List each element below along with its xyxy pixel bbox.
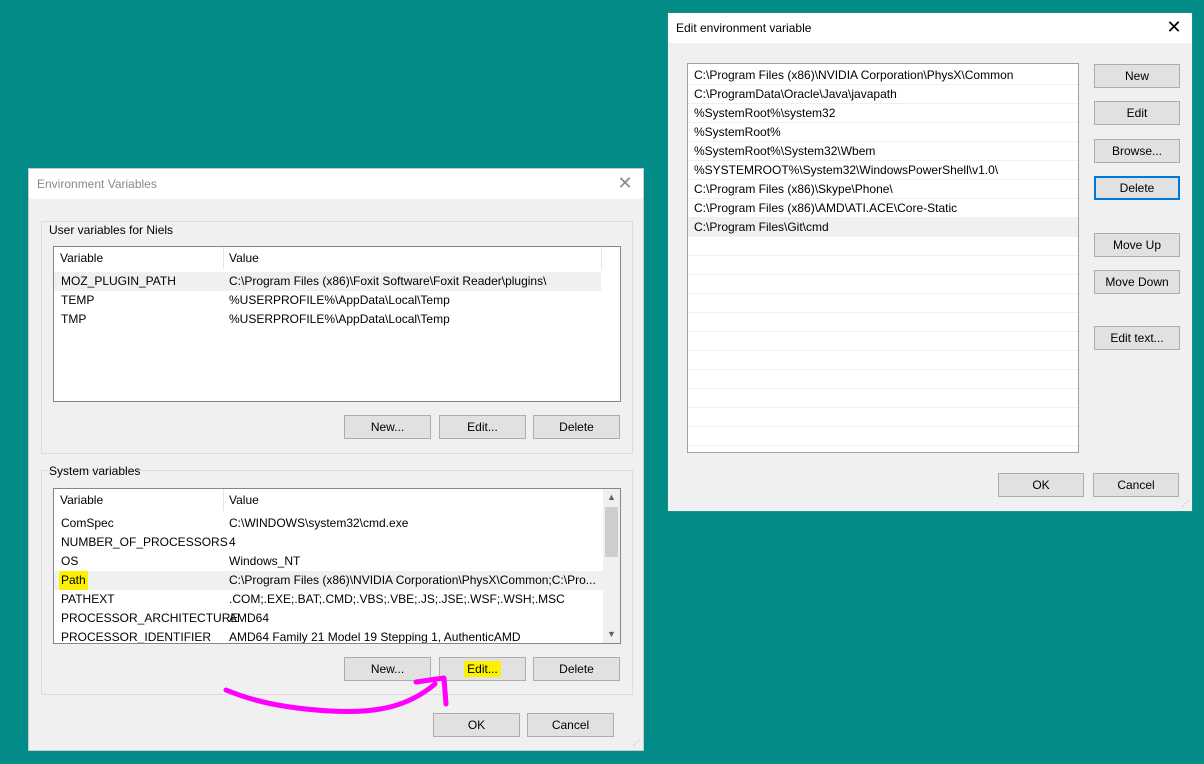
annotation-arrow-icon [223,675,449,715]
